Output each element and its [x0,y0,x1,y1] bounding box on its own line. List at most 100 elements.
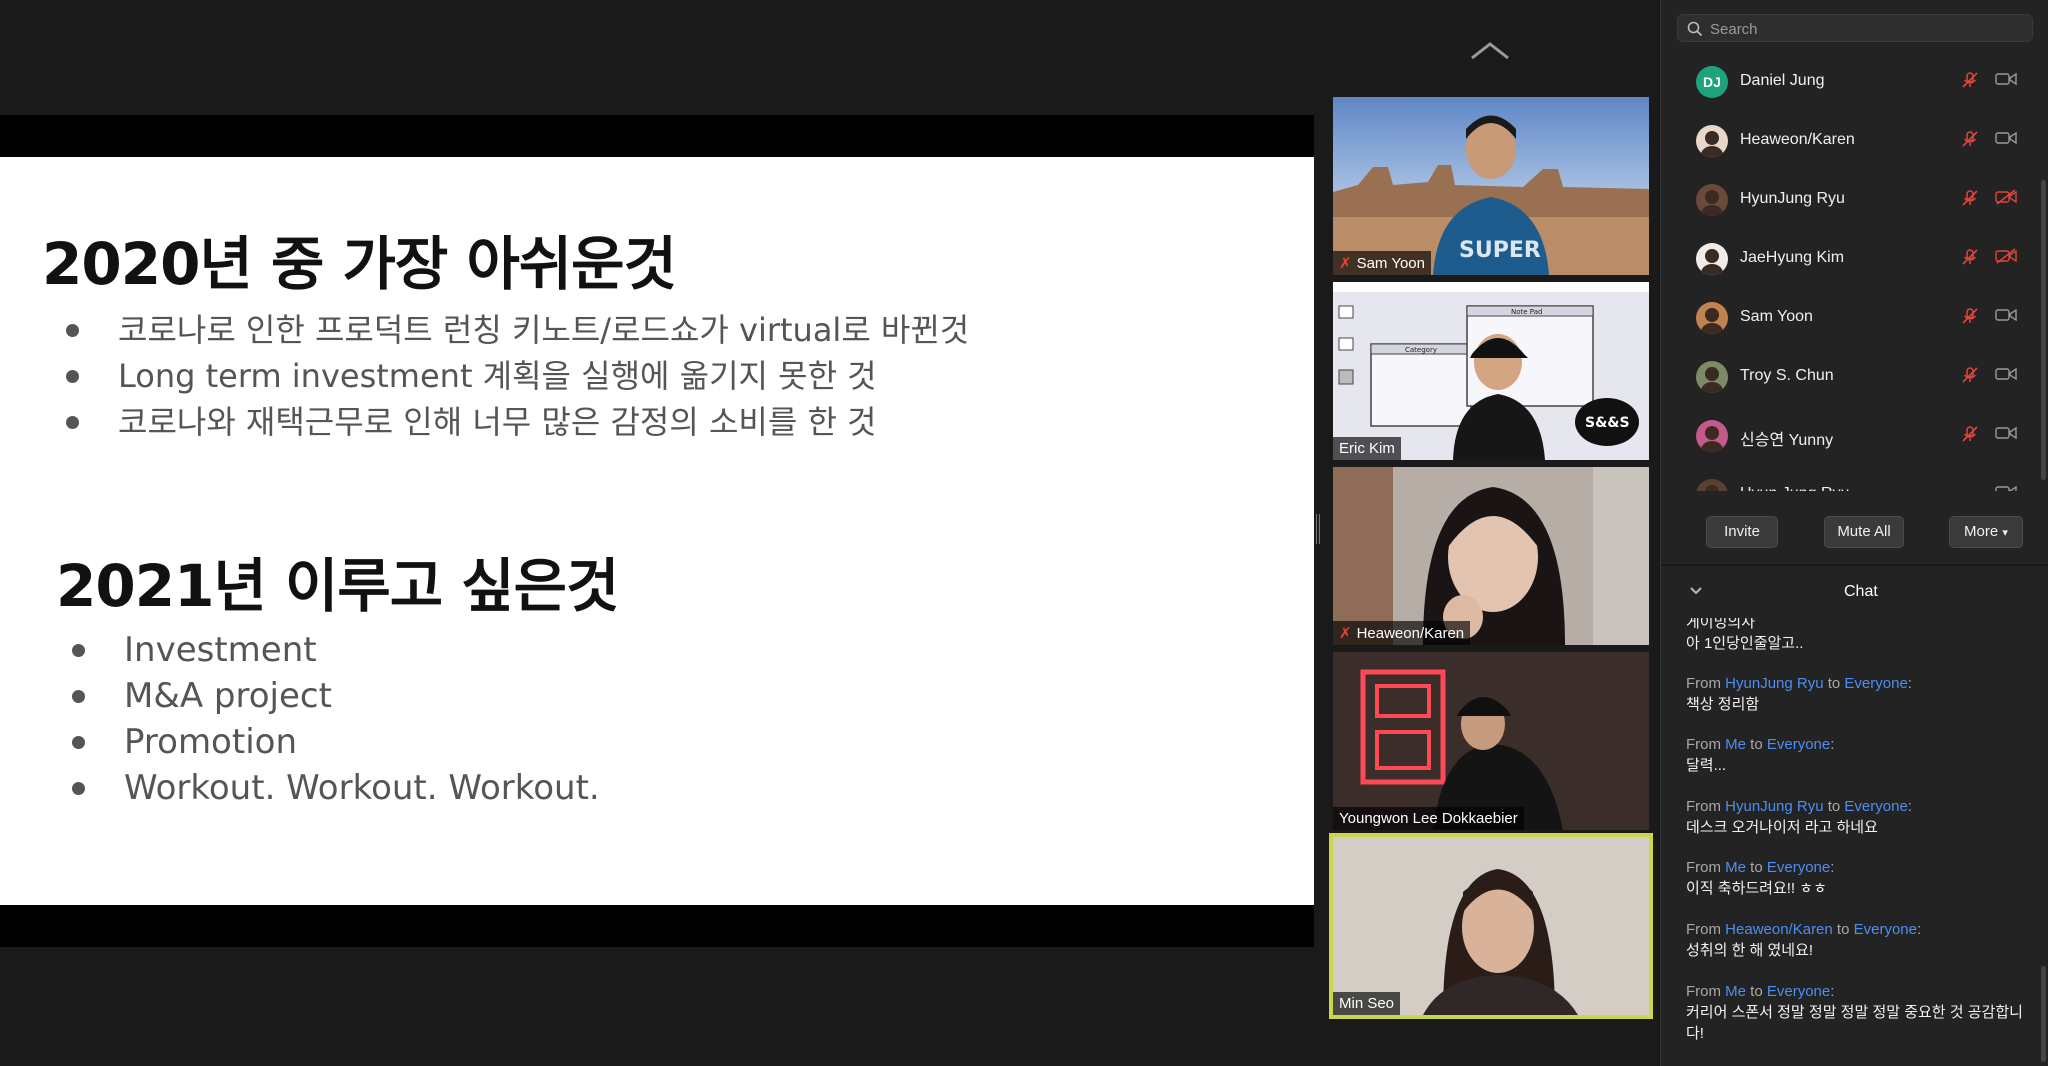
avatar [1696,125,1728,157]
chat-message: From Me to Everyone: 달력... [1686,734,2026,776]
chat-recipient-link[interactable]: Everyone [1767,983,1830,1000]
chat-message-text: 데스크 오거나이저 라고 하네요 [1686,819,1878,836]
bullet-dot [72,736,85,749]
avatar [1696,184,1728,216]
participant-row[interactable]: JaeHyung Kim [1661,230,2031,288]
chat-sender-link[interactable]: HyunJung Ryu [1725,675,1823,692]
video-off-icon[interactable] [1995,189,2017,210]
participant-row[interactable]: 신승연 Yunny [1661,407,2031,465]
svg-text:SUPER: SUPER [1459,238,1541,263]
participant-row[interactable]: Sam Yoon [1661,289,2031,347]
video-camera-icon[interactable] [1995,130,2017,151]
chat-message-text: 게이밍의사 [1686,618,1756,631]
video-tile-heaweon-karen[interactable]: ✗ Heaweon/Karen [1333,467,1649,645]
slide-bullets-2021: Investment M&A project Promotion Workout… [72,627,600,811]
svg-text:Note Pad: Note Pad [1511,308,1542,316]
chat-recipient-link[interactable]: Everyone [1844,798,1907,815]
chat-messages: 게이밍의사아 1인당인줄알고.. From HyunJung Ryu to Eve… [1661,618,2048,1066]
search-input[interactable]: Search [1677,14,2033,42]
search-icon [1687,21,1703,37]
video-tile-sam-yoon[interactable]: SUPER ✗ Sam Yoon [1333,97,1649,275]
avatar [1696,243,1728,275]
chat-message: From Me to Everyone: 이직 축하드려요!! ㅎㅎ [1686,857,2026,899]
participant-name-label: ✗ Heaweon/Karen [1333,621,1471,645]
participant-name-label: Youngwon Lee Dokkaebier [1333,807,1524,830]
avatar: DJ [1696,66,1728,98]
video-off-icon[interactable] [1995,248,2017,269]
slide-bullet: Long term investment 계획을 실행에 옮기지 못한 것 [66,353,969,399]
avatar [1696,302,1728,334]
participant-name-label: Min Seo [1333,992,1401,1015]
participant-name: Hyun Jung Ryu [1740,485,1849,491]
chat-scrollbar[interactable] [2041,966,2046,1062]
chat-message-meta: From HyunJung Ryu to Everyone: [1686,798,1912,815]
slide-bullet: 코로나와 재택근무로 인해 너무 많은 감정의 소비를 한 것 [66,399,969,445]
mic-muted-icon[interactable] [1961,307,1979,330]
chat-title: Chat [1844,583,1878,600]
mic-muted-icon[interactable] [1961,130,1979,153]
video-camera-icon[interactable] [1995,366,2017,387]
participant-row[interactable]: Troy S. Chun [1661,348,2031,406]
chat-message-text: 달력... [1686,757,1727,774]
panel-resize-handle[interactable] [1316,514,1320,544]
video-feed: SUPER [1333,97,1649,275]
chat-message-meta: From Me to Everyone: [1686,983,1835,1000]
more-button[interactable]: More ▾ [1949,516,2023,548]
chat-recipient-link[interactable]: Everyone [1767,736,1830,753]
participant-row[interactable]: HyunJung Ryu [1661,171,2031,229]
slide-bullets-2020: 코로나로 인한 프로덕트 런칭 키노트/로드쇼가 virtual로 바뀐것 Lo… [66,307,969,445]
video-tile-eric-kim[interactable]: Category Note Pad S&&S Eric Kim [1333,282,1649,460]
mic-muted-icon[interactable] [1961,248,1979,271]
mic-muted-icon: ✗ [1339,625,1352,642]
participant-name: Troy S. Chun [1740,367,1834,384]
video-tile-min-seo[interactable]: Min Seo [1329,833,1653,1019]
presentation-slide: 2020년 중 가장 아쉬운것 코로나로 인한 프로덕트 런칭 키노트/로드쇼가… [0,157,1314,905]
search-placeholder: Search [1710,21,1758,38]
participants-scrollbar[interactable] [2041,180,2046,480]
bullet-dot [72,690,85,703]
chat-message-meta: From Me to Everyone: [1686,736,1835,753]
chat-sender-link[interactable]: Me [1725,736,1746,753]
video-camera-icon[interactable] [1995,307,2017,328]
video-camera-icon[interactable] [1995,425,2017,446]
slide-heading-2021: 2021년 이루고 싶은것 [56,552,619,620]
chat-recipient-link[interactable]: Everyone [1854,921,1917,938]
invite-button[interactable]: Invite [1706,516,1778,548]
participant-name: Heaweon/Karen [1740,131,1855,148]
chat-sender-link[interactable]: Me [1725,859,1746,876]
avatar [1696,361,1728,393]
slide-bullet: 코로나로 인한 프로덕트 런칭 키노트/로드쇼가 virtual로 바뀐것 [66,307,969,353]
mute-all-button[interactable]: Mute All [1824,516,1904,548]
participant-row[interactable]: Heaweon/Karen [1661,112,2031,170]
video-tile-youngwon-lee[interactable]: Youngwon Lee Dokkaebier [1333,652,1649,830]
mic-muted-icon[interactable] [1961,71,1979,94]
chat-recipient-link[interactable]: Everyone [1767,859,1830,876]
participant-name: Daniel Jung [1740,72,1825,89]
bullet-dot [66,370,79,383]
chat-message-meta: From HyunJung Ryu to Everyone: [1686,675,1912,692]
participant-name: JaeHyung Kim [1740,249,1845,266]
chat-sender-link[interactable]: HyunJung Ryu [1725,798,1823,815]
chat-message-meta: From Heaweon/Karen to Everyone: [1686,921,1922,938]
chevron-down-icon[interactable] [1689,586,1703,596]
video-camera-icon[interactable] [1995,484,2017,491]
avatar [1696,479,1728,491]
chat-recipient-link[interactable]: Everyone [1844,675,1907,692]
mic-muted-icon[interactable] [1961,189,1979,212]
chat-message-text: 성취의 한 해 였네요! [1686,942,1814,959]
chat-message-text: 커리어 스폰서 정말 정말 정말 정말 중요한 것 공감합니다! [1686,1004,2023,1042]
slide-bullet: Investment [72,627,600,673]
bullet-dot [66,324,79,337]
participant-row[interactable]: Hyun Jung Ryu [1661,466,2031,491]
chevron-up-icon[interactable] [1470,40,1510,60]
chat-sender-link[interactable]: Me [1725,983,1746,1000]
video-camera-icon[interactable] [1995,71,2017,92]
participants-chat-panel: Search DJ Daniel Jung Heaweon/Karen HyunJun… [1660,0,2048,1066]
chevron-down-icon: ▾ [2002,527,2008,539]
chat-message-text: 아 1인당인줄알고.. [1686,635,1804,652]
mic-muted-icon[interactable] [1961,366,1979,389]
participant-row[interactable]: DJ Daniel Jung [1661,53,2031,111]
mic-muted-icon[interactable] [1961,425,1979,448]
slide-bullet: M&A project [72,673,600,719]
chat-sender-link[interactable]: Heaweon/Karen [1725,921,1833,938]
